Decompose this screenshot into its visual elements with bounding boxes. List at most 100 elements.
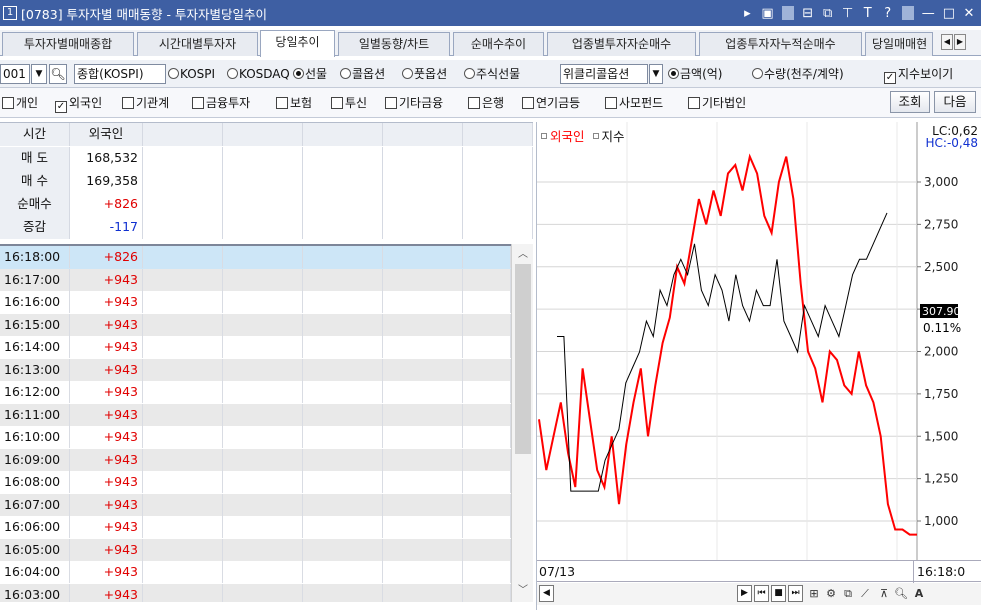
cursor-icon[interactable]: ⊼: [876, 586, 892, 602]
table-row[interactable]: 16:17:00 +943: [0, 268, 511, 291]
tab-investor-summary[interactable]: 투자자별매매종합: [2, 32, 134, 56]
scroll-thumb[interactable]: [515, 264, 531, 454]
investor-insurance[interactable]: 보험: [276, 93, 312, 113]
table-row[interactable]: 16:18:00 +826: [0, 246, 511, 269]
show-index-checkbox[interactable]: ✓ 지수보이기: [884, 64, 953, 84]
radio-put-option[interactable]: 풋옵션: [402, 64, 447, 84]
investor-trust[interactable]: 투신: [331, 93, 367, 113]
forward-icon[interactable]: ⏭: [788, 585, 803, 602]
investor-institution[interactable]: 기관계: [122, 93, 169, 113]
radio-futures[interactable]: 선물: [293, 64, 327, 84]
tab-scroll-right-icon[interactable]: ▶: [954, 34, 966, 50]
radio-icon: [168, 68, 179, 79]
radio-kospi[interactable]: KOSPI: [168, 64, 215, 84]
empty-cell: [143, 291, 223, 313]
maximize-icon[interactable]: □: [943, 6, 955, 21]
table-row[interactable]: 16:10:00 +943: [0, 426, 511, 449]
chart-svg[interactable]: 3,0002,7502,5002,2502,0001,7501,5001,250…: [537, 122, 981, 560]
radio-call-option[interactable]: 콜옵션: [340, 64, 385, 84]
foreign-value: -117: [70, 216, 143, 239]
text-icon[interactable]: A: [911, 586, 927, 602]
zoom-icon[interactable]: 🔍︎: [893, 586, 909, 602]
table-row[interactable]: 16:03:00 +943: [0, 583, 511, 602]
investor-other-corp[interactable]: 기타법인: [688, 93, 746, 113]
radio-amount[interactable]: 금액(억): [668, 64, 722, 84]
empty-cell: [223, 123, 303, 146]
code-dropdown-icon[interactable]: ▼: [31, 64, 47, 84]
value-cell: +943: [70, 313, 143, 336]
radio-quantity[interactable]: 수량(천주/계약): [752, 64, 844, 84]
investor-foreign[interactable]: ✓ 외국인: [55, 93, 102, 113]
copy-window-icon[interactable]: ⧉: [822, 6, 834, 21]
table-row[interactable]: 16:05:00 +943: [0, 538, 511, 561]
tab-sector-net-buy[interactable]: 업종별투자자순매수: [547, 32, 696, 56]
empty-cell: [383, 170, 463, 193]
tab-daily-chart[interactable]: 일별동향/차트: [338, 32, 450, 56]
checkbox-label: 지수보이기: [898, 67, 954, 81]
investor-private-fund[interactable]: 사모펀드: [605, 93, 663, 113]
investor-pension[interactable]: 연기금등: [522, 93, 580, 113]
market-field[interactable]: 종합(KOSPI): [74, 64, 166, 84]
minimize-icon[interactable]: —: [922, 6, 935, 21]
radio-stock-futures[interactable]: 주식선물: [464, 64, 520, 84]
investor-other-finance[interactable]: 기타금융: [385, 93, 443, 113]
next-button[interactable]: 다음: [934, 91, 976, 113]
radio-kosdaq[interactable]: KOSDAQ: [227, 64, 290, 84]
code-input[interactable]: 001: [0, 64, 30, 84]
grid-icon[interactable]: ⊞: [806, 586, 822, 602]
radio-selected-icon: [668, 68, 679, 79]
table-row[interactable]: 16:12:00 +943: [0, 381, 511, 404]
empty-cell: [303, 216, 383, 239]
investor-bank[interactable]: 은행: [468, 93, 504, 113]
empty-cell: [463, 268, 511, 291]
table-row[interactable]: 16:15:00 +943: [0, 313, 511, 336]
window-number-icon[interactable]: 1: [3, 6, 17, 20]
investor-individual[interactable]: 개인: [2, 93, 38, 113]
table-row[interactable]: 16:16:00 +943: [0, 291, 511, 314]
search-icon[interactable]: 🔍︎: [49, 64, 67, 84]
list-scrollbar[interactable]: ︿ ﹀: [511, 244, 533, 602]
split-icon[interactable]: ⊟: [802, 6, 814, 21]
close-icon[interactable]: ✕: [963, 6, 975, 21]
table-row[interactable]: 16:04:00 +943: [0, 561, 511, 584]
checkbox-icon: [688, 97, 700, 109]
screen-icon[interactable]: ▣: [761, 6, 773, 21]
tab-daily-trade[interactable]: 당일매매현: [865, 32, 933, 56]
query-button[interactable]: 조회: [890, 91, 930, 113]
time-list[interactable]: 16:18:00 +826 16:17:00 +943 16:16:00 +943 16:1…: [0, 244, 511, 602]
tab-net-buy-trend[interactable]: 순매수추이: [453, 32, 544, 56]
table-row[interactable]: 16:09:00 +943: [0, 448, 511, 471]
scroll-down-icon[interactable]: ﹀: [512, 582, 534, 600]
time-cell: 16:17:00: [0, 268, 70, 291]
value-cell: +943: [70, 471, 143, 493]
scroll-up-icon[interactable]: ︿: [512, 246, 534, 264]
window-icon[interactable]: ⧉: [840, 586, 856, 602]
rewind-icon[interactable]: ⏮: [754, 585, 769, 602]
table-row[interactable]: 16:06:00 +943: [0, 516, 511, 539]
empty-cell: [303, 561, 383, 583]
tab-scroll-left-icon[interactable]: ◀: [941, 34, 953, 50]
table-row[interactable]: 16:14:00 +943: [0, 336, 511, 359]
stop-icon[interactable]: ■: [771, 585, 786, 602]
tab-time-investor[interactable]: 시간대별투자자: [137, 32, 258, 56]
gear-icon[interactable]: ⚙: [823, 586, 839, 602]
empty-cell: [223, 358, 303, 381]
weekly-option-field[interactable]: 위클리콜옵션: [560, 64, 648, 84]
play-icon[interactable]: ▶: [737, 585, 752, 602]
investor-financial-invest[interactable]: 금융투자: [192, 93, 250, 113]
tab-intraday[interactable]: 당일추이: [260, 30, 335, 57]
empty-cell: [143, 358, 223, 381]
table-row[interactable]: 16:13:00 +943: [0, 358, 511, 381]
weekly-dropdown-icon[interactable]: ▼: [649, 64, 663, 84]
table-row[interactable]: 16:07:00 +943: [0, 493, 511, 516]
arrow-right-icon[interactable]: ▸: [741, 6, 753, 21]
font-icon[interactable]: T: [862, 6, 874, 21]
scroll-left-icon[interactable]: ◀: [539, 585, 554, 602]
line-chart-icon[interactable]: ⟋: [857, 586, 873, 602]
pin-icon[interactable]: ⊤: [842, 6, 854, 21]
table-row[interactable]: 16:11:00 +943: [0, 403, 511, 426]
y-tick-label: 1,750: [924, 387, 958, 401]
help-icon[interactable]: ?: [882, 6, 894, 21]
tab-sector-cumulative[interactable]: 업종투자자누적순매수: [699, 32, 862, 56]
table-row[interactable]: 16:08:00 +943: [0, 471, 511, 494]
